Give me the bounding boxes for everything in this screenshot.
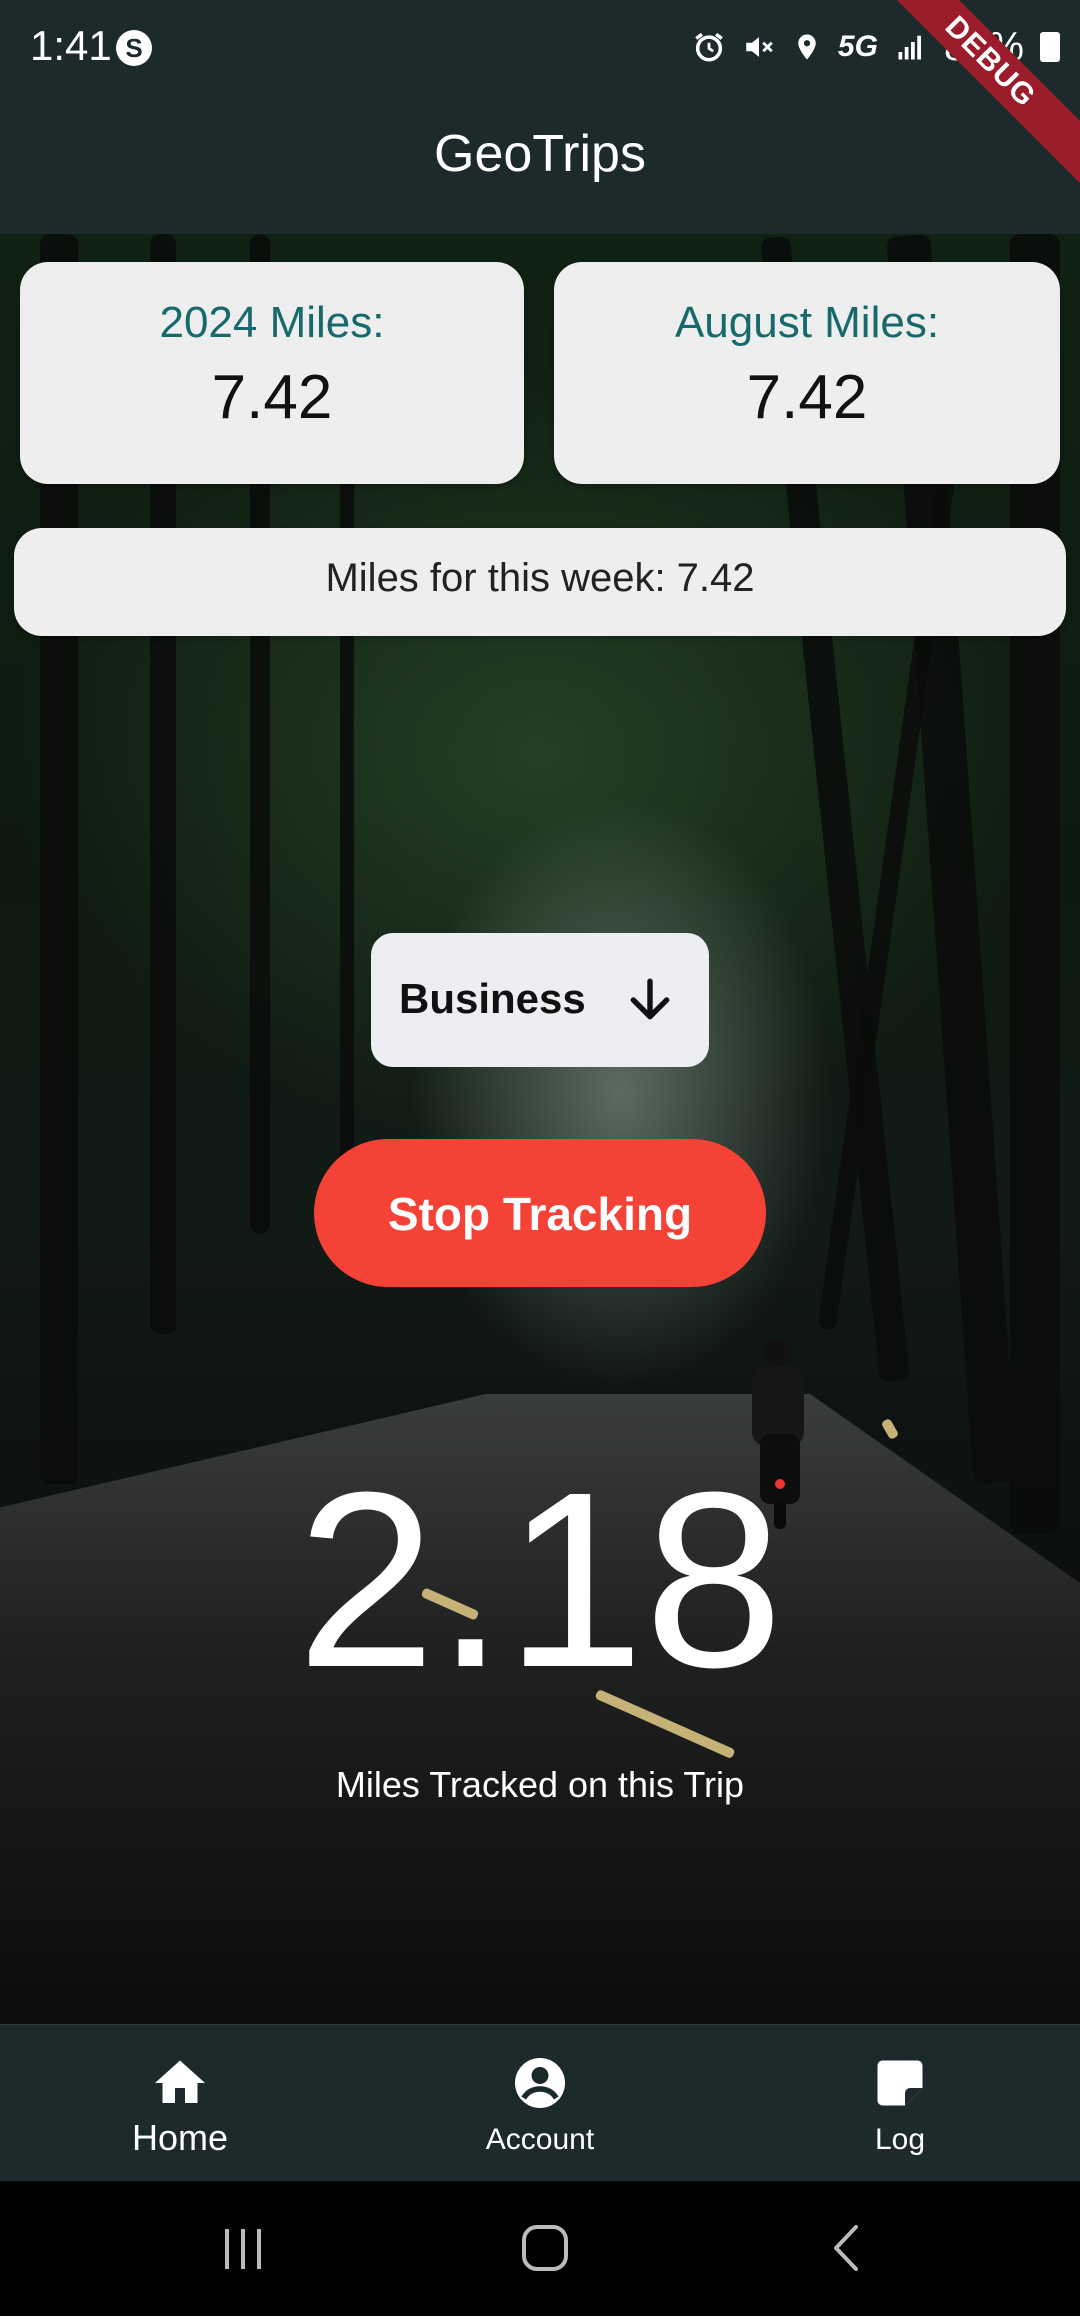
bottom-navigation: Home Account Log [0,2024,1080,2182]
month-miles-label: August Miles: [674,298,940,347]
signal-icon [898,35,921,60]
mute-icon [746,37,773,57]
back-icon[interactable] [808,2211,888,2285]
app-bar: GeoTrips [0,94,1080,234]
recent-apps-icon[interactable] [203,2211,283,2285]
status-time: 1:41 [30,22,112,69]
nav-log-label: Log [874,2123,926,2156]
trip-miles-label: Miles Tracked on this Trip [335,1764,745,1805]
home-icon [155,2060,205,2103]
system-navigation-bar [0,2181,1080,2316]
week-miles-card: Miles for this week: 7.42 [14,528,1066,636]
nav-home[interactable]: Home [0,2025,360,2182]
nav-account-label: Account [485,2123,595,2156]
year-miles-card: 2024 Miles: 7.42 [20,262,524,484]
nav-account[interactable]: Account [360,2025,720,2182]
stop-tracking-button[interactable]: Stop Tracking [314,1139,766,1287]
trip-type-dropdown[interactable]: Business [371,933,709,1067]
battery-icon [1040,32,1060,62]
location-icon [798,34,816,60]
week-miles-text: Miles for this week: 7.42 [325,556,755,600]
trip-type-selected: Business [399,975,586,1022]
month-miles-card: August Miles: 7.42 [554,262,1060,484]
network-type: 5G [837,30,878,63]
nav-log[interactable]: Log [720,2025,1080,2182]
trip-miles-value: 2.18 [296,1440,784,1719]
month-miles-value: 7.42 [746,363,868,432]
page-title: GeoTrips [434,125,646,183]
nav-home-label: Home [131,2117,229,2158]
account-circle-icon [515,2058,565,2108]
year-miles-value: 7.42 [211,363,333,432]
year-miles-label: 2024 Miles: [159,298,385,347]
alarm-icon [695,32,723,62]
background-image [0,234,1080,2024]
home-nav-icon[interactable] [505,2211,585,2285]
app-notification-icon: S [116,30,152,66]
note-icon [877,2060,923,2106]
arrow-down-icon [630,978,670,1020]
